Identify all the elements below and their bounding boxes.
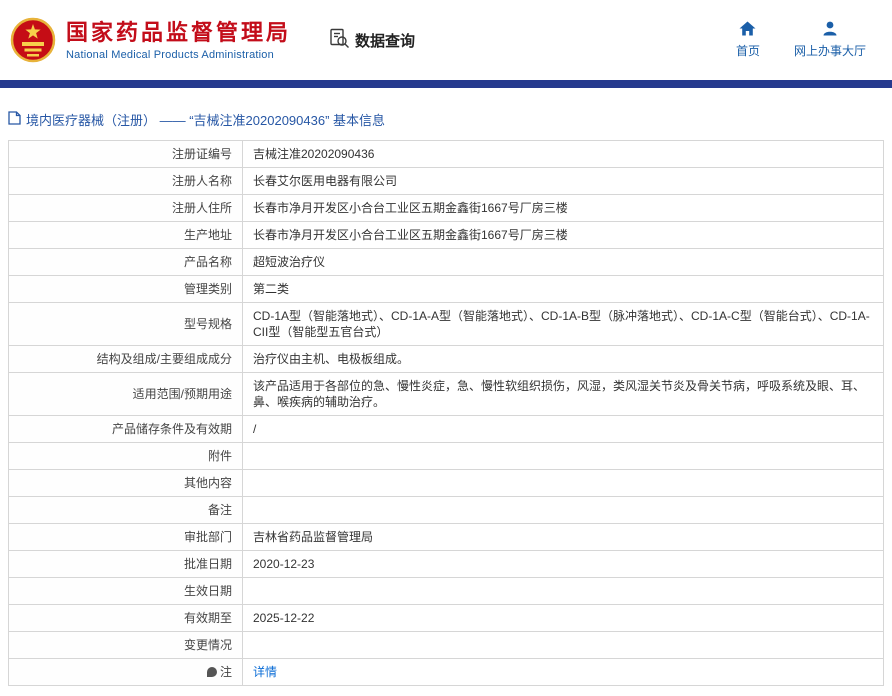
row-value: 该产品适用于各部位的急、慢性炎症，急、慢性软组织损伤，风湿，类风湿关节炎及骨关节… xyxy=(242,372,884,416)
service-hall-label: 网上办事大厅 xyxy=(793,44,866,58)
table-row: 产品储存条件及有效期 / xyxy=(8,415,884,443)
row-value: / xyxy=(242,415,884,443)
row-value: 长春市净月开发区小合台工业区五期金鑫街1667号厂房三楼 xyxy=(242,221,884,249)
row-value: 治疗仪由主机、电极板组成。 xyxy=(242,345,884,373)
row-value: 2025-12-22 xyxy=(242,604,884,632)
brand-home-link[interactable]: 国家药品监督管理局 National Medical Products Admi… xyxy=(10,15,291,65)
table-row: 注详情 xyxy=(8,658,884,686)
row-label: 注册证编号 xyxy=(8,140,243,168)
row-label: 附件 xyxy=(8,442,243,470)
table-row: 型号规格 CD-1A型（智能落地式）、CD-1A-A型（智能落地式）、CD-1A-… xyxy=(8,302,884,346)
row-value xyxy=(242,442,884,470)
row-label: 适用范围/预期用途 xyxy=(8,372,243,416)
row-label: 注册人住所 xyxy=(8,194,243,222)
row-value: 长春艾尔医用电器有限公司 xyxy=(242,167,884,195)
site-title: 国家药品监督管理局 xyxy=(66,20,292,45)
breadcrumb-text: 境内医疗器械（注册） —— “吉械注准20202090436” 基本信息 xyxy=(26,113,386,128)
row-label: 产品储存条件及有效期 xyxy=(8,415,243,443)
table-row: 批准日期 2020-12-23 xyxy=(8,550,884,578)
table-row: 结构及组成/主要组成成分 治疗仪由主机、电极板组成。 xyxy=(8,345,884,373)
brand-text: 国家药品监督管理局 National Medical Products Admi… xyxy=(66,19,291,61)
home-label: 首页 xyxy=(735,44,760,58)
row-label: 审批部门 xyxy=(8,523,243,551)
row-label: 型号规格 xyxy=(8,302,243,346)
row-label: 生产地址 xyxy=(8,221,243,249)
row-value: 2020-12-23 xyxy=(242,550,884,578)
row-value: 详情 xyxy=(242,658,884,686)
table-row: 适用范围/预期用途 该产品适用于各部位的急、慢性炎症，急、慢性软组织损伤，风湿，类… xyxy=(8,372,884,416)
row-label: 注册人名称 xyxy=(8,167,243,195)
row-value xyxy=(242,631,884,659)
nav-service-hall[interactable]: 网上办事大厅 xyxy=(794,21,866,59)
info-table-body: 注册证编号 吉械注准20202090436 注册人名称 长春艾尔医用电器有限公司 注册人… xyxy=(8,140,884,686)
row-value: 长春市净月开发区小合台工业区五期金鑫街1667号厂房三楼 xyxy=(242,194,884,222)
site-header: 国家药品监督管理局 National Medical Products Admi… xyxy=(0,0,892,80)
row-value: 吉林省药品监督管理局 xyxy=(242,523,884,551)
detail-link[interactable]: 详情 xyxy=(253,665,277,679)
row-label: 管理类别 xyxy=(8,275,243,303)
row-label: 其他内容 xyxy=(8,469,243,497)
table-row: 产品名称 超短波治疗仪 xyxy=(8,248,884,276)
table-row: 管理类别 第二类 xyxy=(8,275,884,303)
row-value xyxy=(242,496,884,524)
row-value: 第二类 xyxy=(242,275,884,303)
row-label: 变更情况 xyxy=(8,631,243,659)
table-row: 附件 xyxy=(8,442,884,470)
header-right-nav: 首页 网上办事大厅 xyxy=(736,21,876,59)
row-value xyxy=(242,469,884,497)
table-row: 注册人住所 长春市净月开发区小合台工业区五期金鑫街1667号厂房三楼 xyxy=(8,194,884,222)
row-label: 结构及组成/主要组成成分 xyxy=(8,345,243,373)
data-query-icon xyxy=(329,28,350,53)
row-value: 吉械注准20202090436 xyxy=(242,140,884,168)
table-row: 生产地址 长春市净月开发区小合台工业区五期金鑫街1667号厂房三楼 xyxy=(8,221,884,249)
breadcrumb: 境内医疗器械（注册） —— “吉械注准20202090436” 基本信息 xyxy=(8,110,884,129)
table-row: 备注 xyxy=(8,496,884,524)
page: 国家药品监督管理局 National Medical Products Admi… xyxy=(0,0,892,686)
table-row: 审批部门 吉林省药品监督管理局 xyxy=(8,523,884,551)
row-label: 注 xyxy=(8,658,243,686)
note-icon xyxy=(206,667,217,677)
nav-home[interactable]: 首页 xyxy=(736,21,760,59)
row-value: 超短波治疗仪 xyxy=(242,248,884,276)
site-subtitle: National Medical Products Administration xyxy=(66,49,274,61)
row-label: 生效日期 xyxy=(8,577,243,605)
header-divider-bar xyxy=(0,80,892,88)
table-row: 注册证编号 吉械注准20202090436 xyxy=(8,140,884,168)
table-row: 生效日期 xyxy=(8,577,884,605)
document-icon xyxy=(8,111,21,128)
national-emblem-logo xyxy=(10,15,56,65)
home-icon xyxy=(739,21,756,39)
row-label: 备注 xyxy=(8,496,243,524)
row-label: 产品名称 xyxy=(8,248,243,276)
table-row: 变更情况 xyxy=(8,631,884,659)
data-query-label: 数据查询 xyxy=(355,32,416,50)
table-row: 注册人名称 长春艾尔医用电器有限公司 xyxy=(8,167,884,195)
row-label: 有效期至 xyxy=(8,604,243,632)
user-icon xyxy=(822,21,838,39)
row-value xyxy=(242,577,884,605)
row-label: 批准日期 xyxy=(8,550,243,578)
main-content: 境内医疗器械（注册） —— “吉械注准20202090436” 基本信息 注册证… xyxy=(0,110,892,686)
row-value: CD-1A型（智能落地式）、CD-1A-A型（智能落地式）、CD-1A-B型（脉… xyxy=(242,302,884,346)
nav-data-query[interactable]: 数据查询 xyxy=(329,28,415,53)
registration-info-table: 注册证编号 吉械注准20202090436 注册人名称 长春艾尔医用电器有限公司 注册人… xyxy=(8,140,884,686)
table-row: 有效期至 2025-12-22 xyxy=(8,604,884,632)
table-row: 其他内容 xyxy=(8,469,884,497)
